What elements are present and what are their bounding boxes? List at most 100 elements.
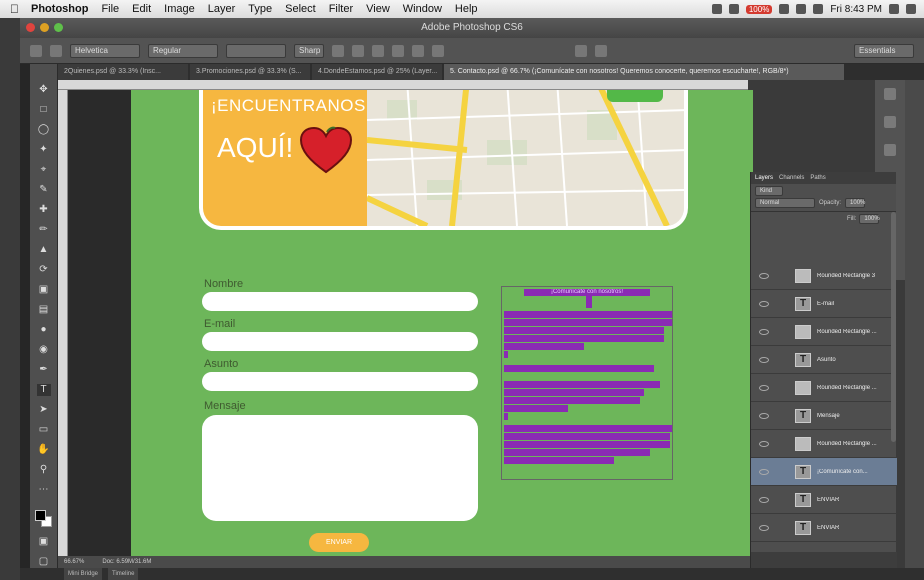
history-brush-icon[interactable]: ⟳ — [37, 264, 51, 276]
menu-filter[interactable]: Filter — [329, 3, 353, 15]
pen-tool-icon[interactable]: ✒ — [37, 364, 51, 376]
layer-row-selected[interactable]: T ¡Comunícate con... — [751, 458, 897, 486]
stamp-tool-icon[interactable]: ▲ — [37, 244, 51, 256]
align-left-icon[interactable] — [332, 44, 344, 57]
send-button[interactable]: ENVIAR — [309, 533, 369, 552]
layer-row[interactable]: Rounded Rectangle ... — [751, 318, 897, 346]
menu-help[interactable]: Help — [455, 3, 478, 15]
tab-promociones[interactable]: 3.Promociones.psd @ 33.3% (S... — [190, 64, 310, 80]
type-tool-icon[interactable] — [30, 44, 42, 57]
layer-row[interactable]: Rounded Rectangle 3 — [751, 262, 897, 290]
color-swatches[interactable] — [34, 510, 53, 528]
layers-scrollbar[interactable] — [891, 212, 896, 442]
tab-mini-bridge[interactable]: Mini Bridge — [64, 568, 103, 580]
antialias-select[interactable]: Sharp — [294, 43, 324, 58]
clock[interactable]: Fri 8:43 PM — [830, 4, 882, 15]
eye-icon[interactable] — [759, 496, 769, 503]
apple-icon[interactable]:  — [10, 2, 19, 16]
eye-icon[interactable] — [759, 468, 769, 475]
battery-icon[interactable] — [813, 4, 824, 14]
app-icon[interactable] — [711, 4, 722, 14]
layer-row[interactable]: T ENVIAR — [751, 514, 897, 542]
list-icon[interactable] — [906, 4, 916, 14]
character-icon[interactable] — [884, 144, 896, 156]
eye-icon[interactable] — [759, 384, 769, 391]
eye-icon[interactable] — [759, 440, 769, 447]
quick-select-icon[interactable]: ✦ — [37, 144, 51, 156]
more-tools-icon[interactable]: ⋯ — [37, 484, 51, 496]
dodge-tool-icon[interactable]: ◉ — [37, 344, 51, 356]
character-panel-icon[interactable] — [432, 44, 444, 57]
asunto-field[interactable] — [202, 372, 478, 391]
eye-icon[interactable] — [759, 300, 769, 307]
font-family-select[interactable]: Helvetica — [70, 43, 140, 58]
kind-filter[interactable]: Kind — [755, 186, 783, 196]
tab-quienes[interactable]: 2Quienes.psd @ 33.3% (Insc... — [58, 64, 188, 80]
history-icon[interactable] — [884, 88, 896, 100]
eye-icon[interactable] — [759, 412, 769, 419]
sync-icon[interactable] — [728, 4, 739, 14]
tab-contacto[interactable]: 5. Contacto.psd @ 66.7% (¡Comunícate con… — [444, 64, 844, 80]
type-tool-icon[interactable]: T — [36, 384, 51, 396]
layer-row[interactable]: T ENVIAR — [751, 486, 897, 514]
properties-icon[interactable] — [884, 116, 896, 128]
menu-view[interactable]: View — [366, 3, 390, 15]
blur-tool-icon[interactable]: ● — [37, 324, 51, 336]
tab-timeline[interactable]: Timeline — [108, 568, 139, 580]
commit-icon[interactable] — [595, 44, 608, 57]
menu-window[interactable]: Window — [403, 3, 442, 15]
search-icon[interactable] — [889, 4, 899, 14]
wifi-icon[interactable] — [779, 4, 790, 14]
quick-mask-icon[interactable]: ▣ — [37, 536, 51, 548]
menu-image[interactable]: Image — [164, 3, 195, 15]
tab-channels[interactable]: Channels — [779, 172, 804, 184]
mensaje-textarea[interactable] — [202, 415, 478, 521]
align-center-icon[interactable] — [352, 44, 364, 57]
minimize-button[interactable] — [40, 23, 49, 32]
shape-tool-icon[interactable]: ▭ — [37, 424, 51, 436]
layer-row[interactable]: T Mensaje — [751, 402, 897, 430]
selected-text-box[interactable]: ¡Comunícate con nosotros! — [501, 286, 673, 480]
lasso-tool-icon[interactable]: ◯ — [37, 124, 51, 136]
align-right-icon[interactable] — [372, 44, 384, 57]
eye-icon[interactable] — [759, 328, 769, 335]
path-select-icon[interactable]: ➤ — [37, 404, 51, 416]
layer-row[interactable]: Rounded Rectangle ... — [751, 430, 897, 458]
layer-row[interactable]: T Asunto — [751, 346, 897, 374]
fill-input[interactable]: 100% — [859, 214, 880, 224]
eye-icon[interactable] — [759, 272, 769, 279]
workspace-select[interactable]: Essentials — [854, 43, 914, 58]
eraser-icon[interactable]: ▣ — [37, 284, 51, 296]
document-canvas[interactable]: ¡ENCUENTRANOS AQUÍ! Nombre E-mail Asunto… — [131, 90, 753, 556]
menu-app[interactable]: Photoshop — [31, 3, 88, 15]
zoom-button[interactable] — [54, 23, 63, 32]
zoom-level[interactable]: 66.67% — [64, 556, 84, 568]
tab-paths[interactable]: Paths — [810, 172, 825, 184]
menu-file[interactable]: File — [101, 3, 119, 15]
crop-tool-icon[interactable]: ⌖ — [37, 164, 51, 176]
menu-select[interactable]: Select — [285, 3, 316, 15]
zoom-tool-icon[interactable]: ⚲ — [37, 464, 51, 476]
gradient-tool-icon[interactable]: ▤ — [37, 304, 51, 316]
tab-layers[interactable]: Layers — [755, 172, 773, 184]
foreground-color[interactable] — [34, 510, 46, 521]
opacity-input[interactable]: 100% — [845, 198, 865, 208]
eye-icon[interactable] — [759, 356, 769, 363]
menu-edit[interactable]: Edit — [132, 3, 151, 15]
brush-tool-icon[interactable]: ✏ — [37, 224, 51, 236]
layer-row[interactable]: T E-mail — [751, 290, 897, 318]
doc-size[interactable]: Doc: 6.59M/31.6M — [102, 556, 151, 568]
font-style-select[interactable]: Regular — [148, 43, 218, 58]
warp-text-icon[interactable] — [412, 44, 424, 57]
tab-donde-estamos[interactable]: 4.DondeEstamos.psd @ 25% (Layer... — [312, 64, 442, 80]
menu-layer[interactable]: Layer — [208, 3, 236, 15]
email-field[interactable] — [202, 332, 478, 351]
close-button[interactable] — [26, 23, 35, 32]
color-swatch-icon[interactable] — [392, 44, 404, 57]
volume-icon[interactable] — [796, 4, 807, 14]
marquee-tool-icon[interactable]: □ — [37, 104, 51, 116]
font-size-select[interactable] — [226, 43, 286, 58]
menu-type[interactable]: Type — [248, 3, 272, 15]
screen-mode-icon[interactable]: ▢ — [37, 556, 51, 568]
cancel-icon[interactable] — [575, 44, 588, 57]
